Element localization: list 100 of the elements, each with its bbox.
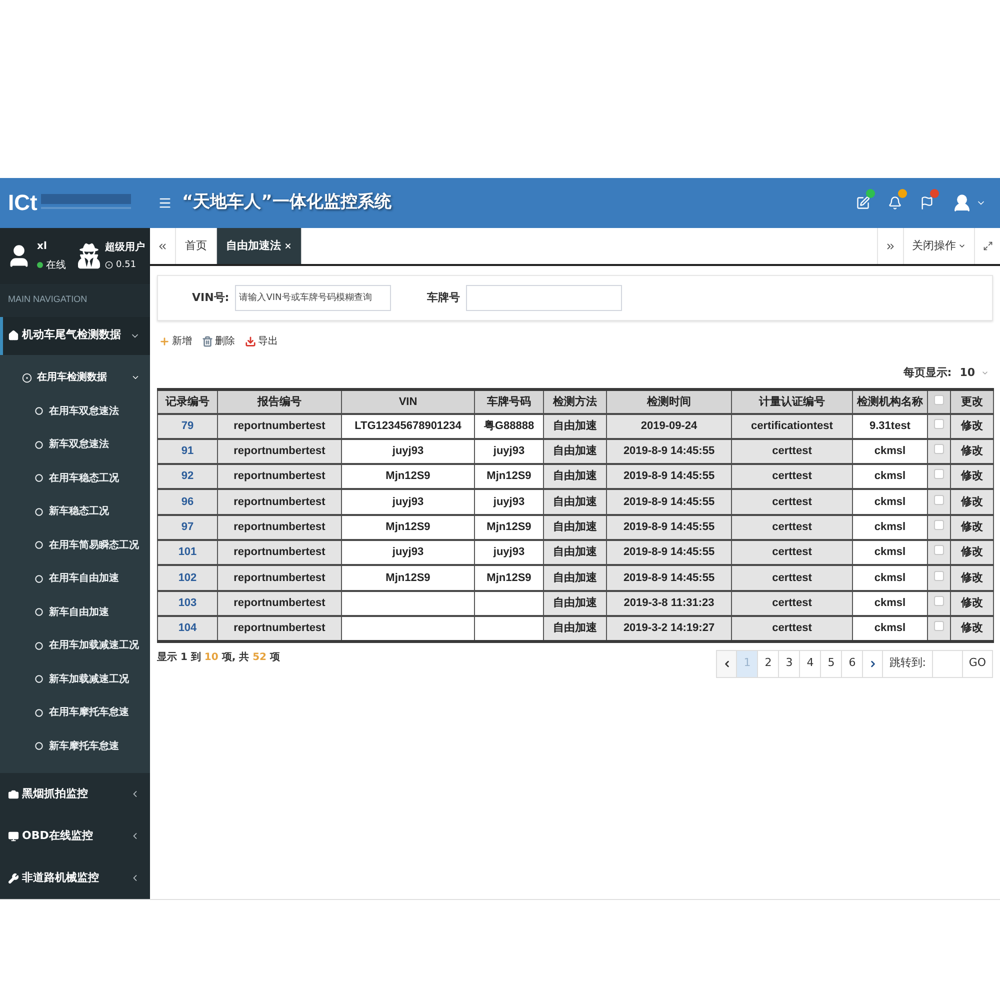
record-link[interactable]: 101 xyxy=(158,540,218,566)
plate-cell: Mjn12S9 xyxy=(474,565,544,591)
column-header: 检测时间 xyxy=(606,390,732,414)
org-cell: ckmsl xyxy=(852,438,928,464)
cert-number-cell: certtest xyxy=(732,489,852,515)
edit-link[interactable]: 修改 xyxy=(950,414,994,439)
toolbar-button[interactable]: 新增 xyxy=(159,334,192,348)
cert-number-cell: certtest xyxy=(732,590,852,616)
cert-number-cell: certtest xyxy=(732,514,852,540)
checkbox[interactable] xyxy=(934,596,944,606)
record-link[interactable]: 92 xyxy=(158,464,218,490)
menu-item[interactable]: 在用车加载减速工况 xyxy=(0,629,150,662)
flag-icon[interactable] xyxy=(920,196,934,210)
method-cell: 自由加速 xyxy=(544,540,606,566)
checkbox[interactable] xyxy=(934,494,944,505)
menu-item[interactable]: 新车自由加速 xyxy=(0,596,150,629)
edit-link[interactable]: 修改 xyxy=(950,540,994,566)
menu-item[interactable]: 黑烟抓拍监控 xyxy=(0,773,150,815)
double-chevron-left-icon xyxy=(157,240,168,252)
record-link[interactable]: 103 xyxy=(158,590,218,616)
edit-icon[interactable] xyxy=(856,196,870,210)
close-menu-button[interactable]: 关闭操作 xyxy=(903,228,974,264)
edit-link[interactable]: 修改 xyxy=(950,464,994,490)
method-cell: 自由加速 xyxy=(544,414,606,439)
circle-icon xyxy=(35,675,43,684)
tab[interactable]: 自由加速法 xyxy=(217,228,302,264)
column-header: 检测机构名称 xyxy=(852,390,928,414)
checkbox[interactable] xyxy=(934,570,944,581)
edit-link[interactable]: 修改 xyxy=(950,590,994,616)
avatar-icon[interactable] xyxy=(952,193,972,213)
toolbar-button[interactable]: 导出 xyxy=(245,334,278,348)
search-field[interactable]: 请输入VIN号或车牌号码模糊查询 xyxy=(235,285,392,311)
edit-link[interactable]: 修改 xyxy=(950,616,994,642)
edit-link[interactable]: 修改 xyxy=(950,514,994,540)
menu-item[interactable]: 新车摩托车怠速 xyxy=(0,730,150,763)
record-link[interactable]: 102 xyxy=(158,565,218,591)
menu-item[interactable]: 新车双怠速法 xyxy=(0,428,150,462)
menu-icon[interactable] xyxy=(158,196,172,210)
page-button[interactable]: 2 xyxy=(758,650,780,677)
caret-icon xyxy=(958,242,966,250)
search-field[interactable] xyxy=(466,285,622,311)
next-page-button[interactable] xyxy=(863,650,884,677)
record-link[interactable]: 79 xyxy=(158,414,218,439)
record-link[interactable]: 91 xyxy=(158,438,218,464)
time-cell: 2019-8-9 14:45:55 xyxy=(606,540,732,566)
checkbox[interactable] xyxy=(934,444,944,454)
menu-item[interactable]: 机动车尾气检测数据 xyxy=(0,316,150,354)
checkbox[interactable] xyxy=(934,621,944,632)
checkbox[interactable] xyxy=(934,394,944,404)
bell-icon[interactable] xyxy=(888,196,902,210)
logo-text: ICt xyxy=(8,192,38,214)
record-link[interactable]: 96 xyxy=(158,489,218,515)
camera-icon xyxy=(8,788,19,800)
checkbox[interactable] xyxy=(934,520,944,530)
menu-item[interactable]: 非道路机械监控 xyxy=(0,857,150,899)
circle-icon xyxy=(35,407,43,416)
menu-item[interactable]: 在用车简易瞬态工况 xyxy=(0,528,150,562)
edit-link[interactable]: 修改 xyxy=(950,438,994,464)
checkbox[interactable] xyxy=(934,469,944,480)
method-cell: 自由加速 xyxy=(544,489,606,515)
menu-item[interactable]: 在用车自由加速 xyxy=(0,562,150,596)
toolbar-button[interactable]: 删除 xyxy=(202,334,235,348)
org-cell: 9.31test xyxy=(852,414,928,439)
close-icon[interactable] xyxy=(284,242,292,250)
time-cell: 2019-8-9 14:45:55 xyxy=(606,464,732,490)
record-link[interactable]: 104 xyxy=(158,616,218,642)
page-button[interactable]: 4 xyxy=(800,650,822,677)
page-size-select[interactable]: 10 xyxy=(958,364,991,382)
time-cell: 2019-8-9 14:45:55 xyxy=(606,514,732,540)
menu-item[interactable]: 在用车稳态工况 xyxy=(0,462,150,495)
plate-cell: Mjn12S9 xyxy=(474,514,544,540)
menu-item[interactable]: 新车加载减速工况 xyxy=(0,662,150,696)
edit-link[interactable]: 修改 xyxy=(950,489,994,515)
vin-cell: juyj93 xyxy=(342,489,474,515)
record-link[interactable]: 97 xyxy=(158,514,218,540)
method-cell: 自由加速 xyxy=(544,565,606,591)
checkbox[interactable] xyxy=(934,545,944,556)
menu-item[interactable]: OBD在线监控 xyxy=(0,815,150,857)
go-button[interactable]: GO xyxy=(962,650,992,677)
page-button[interactable]: 6 xyxy=(842,650,864,677)
circle-icon xyxy=(35,708,43,717)
page-button[interactable]: 5 xyxy=(821,650,842,677)
circle-icon xyxy=(35,508,43,516)
menu-item[interactable]: 在用车摩托车怠速 xyxy=(0,696,150,730)
page-jump-field[interactable] xyxy=(932,650,962,677)
circle-icon xyxy=(35,642,43,650)
edit-link[interactable]: 修改 xyxy=(950,565,994,591)
field-label: 车牌号 xyxy=(427,290,460,306)
circle-icon xyxy=(35,742,43,750)
vin-cell: Mjn12S9 xyxy=(342,464,474,490)
menu-item[interactable]: 新车稳态工况 xyxy=(0,495,150,528)
time-cell: 2019-3-8 11:31:23 xyxy=(606,590,732,616)
page-button[interactable]: 3 xyxy=(779,650,800,677)
submenu-item[interactable]: 在用车检测数据 xyxy=(0,360,150,394)
cert-number-cell: certificationtest xyxy=(732,414,852,439)
caret-icon xyxy=(981,369,989,377)
org-cell: ckmsl xyxy=(852,540,928,566)
spy-avatar-icon xyxy=(78,240,100,271)
menu-item[interactable]: 在用车双怠速法 xyxy=(0,394,150,428)
checkbox[interactable] xyxy=(934,418,944,429)
